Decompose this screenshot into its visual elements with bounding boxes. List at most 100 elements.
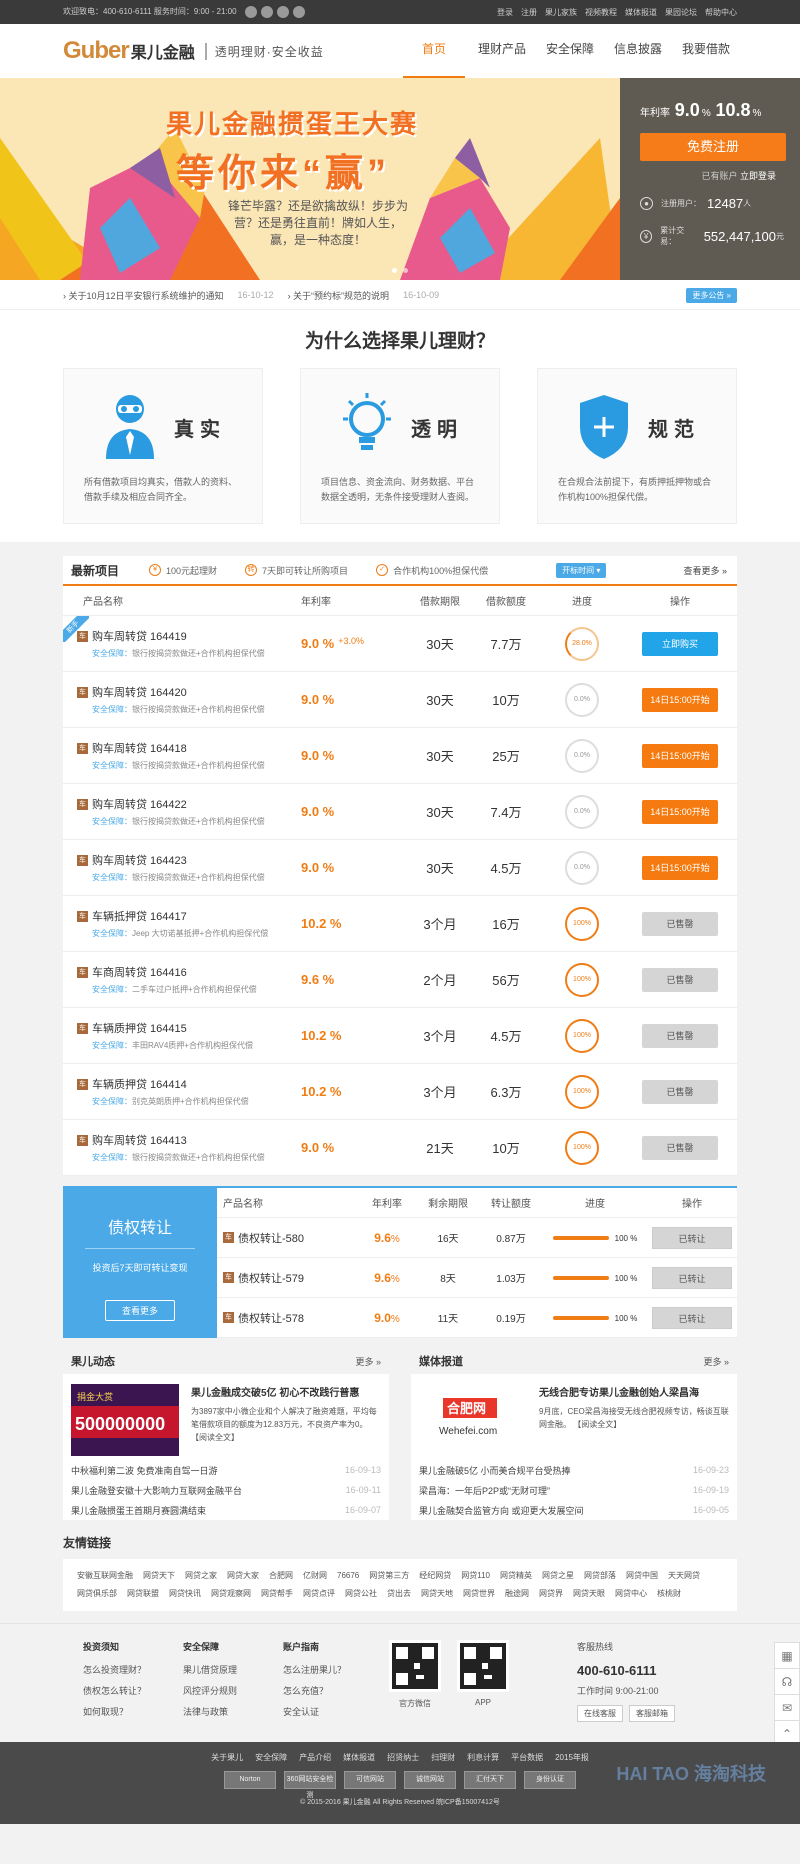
nav-item[interactable]: 我要借款: [675, 24, 737, 78]
friend-link[interactable]: 安徽互联网金融: [77, 1571, 133, 1580]
product-title[interactable]: 车辆抵押贷 164417: [92, 908, 187, 924]
friend-link[interactable]: 核桃财: [657, 1589, 681, 1598]
friend-link[interactable]: 网贷天下: [143, 1571, 175, 1580]
read-more-link[interactable]: 【阅读全文】: [573, 1420, 621, 1429]
friend-link[interactable]: 网贷第三方: [369, 1571, 409, 1580]
bottom-link[interactable]: 产品介绍: [299, 1753, 331, 1762]
notice-link[interactable]: › 关于“预约标”规范的说明: [288, 289, 390, 302]
chat-icon[interactable]: ✉: [775, 1695, 799, 1721]
read-more-link[interactable]: 【阅读全文】: [191, 1433, 239, 1442]
product-name[interactable]: 车车辆质押贷 164415: [77, 1020, 301, 1036]
table-row[interactable]: 车车辆质押贷 164415 安全保障：丰田RAV4质押+合作机构担保代偿 10.2 …: [63, 1008, 737, 1064]
product-title[interactable]: 车商周转贷 164416: [92, 964, 187, 980]
product-name[interactable]: 车购车周转贷 164413: [77, 1132, 301, 1148]
friend-link[interactable]: 融途网: [505, 1589, 529, 1598]
friend-link[interactable]: 网贷之星: [542, 1571, 574, 1580]
friend-link[interactable]: 合肥网: [269, 1571, 293, 1580]
product-title[interactable]: 购车周转贷 164422: [92, 796, 187, 812]
weibo-icon[interactable]: [260, 6, 273, 18]
nav-item[interactable]: 首页: [403, 24, 465, 78]
friend-link[interactable]: 网贷中心: [615, 1589, 647, 1598]
top-link[interactable]: 媒体报道: [625, 7, 657, 18]
friend-link[interactable]: 网贷天眼: [573, 1589, 605, 1598]
top-link[interactable]: 登录: [497, 7, 513, 18]
friend-link[interactable]: 网贷俱乐部: [77, 1589, 117, 1598]
calculator-icon[interactable]: ▦: [775, 1643, 799, 1669]
service-email-button[interactable]: 客服邮箱: [629, 1705, 675, 1722]
friend-link[interactable]: 网贷天地: [421, 1589, 453, 1598]
friend-link[interactable]: 网贷世界: [463, 1589, 495, 1598]
transfer-title[interactable]: 债权转让-578: [238, 1310, 304, 1326]
wechat-qr[interactable]: 官方微信: [389, 1640, 441, 1742]
friend-link[interactable]: 网贷界: [539, 1589, 563, 1598]
media-image[interactable]: 合肥网 Wehefei.com: [419, 1384, 527, 1456]
logo[interactable]: Guber 果儿金融 透明理财·安全收益: [63, 37, 324, 65]
friend-link[interactable]: 网贷点评: [303, 1589, 335, 1598]
transfer-title[interactable]: 债权转让-579: [238, 1270, 304, 1286]
upcoming-button[interactable]: 14日15:00开始: [642, 687, 718, 712]
register-button[interactable]: 免费注册: [640, 133, 786, 161]
bottom-link[interactable]: 招贤纳士: [387, 1753, 419, 1762]
product-title[interactable]: 车辆质押贷 164414: [92, 1076, 187, 1092]
friend-link[interactable]: 网贷观察网: [211, 1589, 251, 1598]
transfer-row[interactable]: 车债权转让-579 9.6% 8天 1.03万 100 % 已转让: [217, 1258, 737, 1298]
footer-link[interactable]: 怎么充值？: [283, 1684, 383, 1697]
friend-link[interactable]: 网贷联盟: [127, 1589, 159, 1598]
product-name[interactable]: 车购车周转贷 164419: [77, 628, 301, 644]
product-name[interactable]: 车车辆质押贷 164414: [77, 1076, 301, 1092]
news-item-title[interactable]: 果儿金融破5亿 小而美合规平台受热捧: [419, 1464, 571, 1477]
friend-link[interactable]: 亿财网: [303, 1571, 327, 1580]
top-link[interactable]: 注册: [521, 7, 537, 18]
headset-icon[interactable]: ☊: [775, 1669, 799, 1695]
news-item-title[interactable]: 果儿金融契合监管方向 或迎更大发展空间: [419, 1504, 584, 1517]
transfer-more-button[interactable]: 查看更多: [104, 1300, 175, 1321]
friend-link[interactable]: 经纪网贷: [419, 1571, 451, 1580]
online-service-button[interactable]: 在线客服: [577, 1705, 623, 1722]
upcoming-button[interactable]: 14日15:00开始: [642, 743, 718, 768]
friend-link[interactable]: 网贷110: [461, 1571, 490, 1580]
news-item[interactable]: 果儿金融掼蛋王首期月赛圆满结束 16-09-07: [71, 1500, 381, 1520]
top-link[interactable]: 果园论坛: [665, 7, 697, 18]
table-row[interactable]: 车车辆质押贷 164414 安全保障：别克英朗质押+合作机构担保代偿 10.2 % 3…: [63, 1064, 737, 1120]
media-feature-title[interactable]: 无线合肥专访果儿金融创始人梁昌海: [539, 1384, 729, 1399]
see-more-link[interactable]: 查看更多 »: [683, 564, 737, 577]
top-link[interactable]: 视频教程: [585, 7, 617, 18]
news-item-title[interactable]: 中秋福利第二波 免费准南自驾一日游: [71, 1464, 218, 1477]
bottom-link[interactable]: 扫理财: [431, 1753, 455, 1762]
footer-link[interactable]: 果儿借贷原理: [183, 1663, 283, 1676]
bottom-link[interactable]: 安全保障: [255, 1753, 287, 1762]
friend-link[interactable]: 贷出去: [387, 1589, 411, 1598]
wechat-icon[interactable]: [276, 6, 289, 18]
friend-link[interactable]: 网贷大家: [227, 1571, 259, 1580]
login-link[interactable]: 立即登录: [740, 171, 776, 181]
table-row[interactable]: 车购车周转贷 164413 安全保障：银行按揭贷款做还+合作机构担保代偿 9.0 %…: [63, 1120, 737, 1176]
product-name[interactable]: 车车辆抵押贷 164417: [77, 908, 301, 924]
transfer-name[interactable]: 车债权转让-580: [217, 1230, 357, 1246]
upcoming-button[interactable]: 14日15:00开始: [642, 799, 718, 824]
carousel-dot[interactable]: [392, 268, 397, 273]
certification-badge[interactable]: 身份认证: [524, 1771, 576, 1789]
table-row[interactable]: 车车商周转贷 164416 安全保障：二手车过户抵押+合作机构担保代偿 9.6 % 2…: [63, 952, 737, 1008]
company-news-more[interactable]: 更多 »: [355, 1355, 381, 1368]
product-title[interactable]: 购车周转贷 164420: [92, 684, 187, 700]
buy-now-button[interactable]: 立即购买: [642, 631, 718, 656]
friend-link[interactable]: 网贷精英: [500, 1571, 532, 1580]
bottom-link[interactable]: 平台数据: [511, 1753, 543, 1762]
media-more[interactable]: 更多 »: [703, 1355, 729, 1368]
notice-link[interactable]: › 关于10月12日平安银行系统维护的通知: [63, 289, 224, 302]
app-qr[interactable]: APP: [457, 1640, 509, 1742]
footer-link[interactable]: 风控评分规则: [183, 1684, 283, 1697]
transfer-title[interactable]: 债权转让-580: [238, 1230, 304, 1246]
friend-link[interactable]: 网贷帮手: [261, 1589, 293, 1598]
company-news-feature-title[interactable]: 果儿金融成交破5亿 初心不改践行普惠: [191, 1384, 381, 1399]
table-row[interactable]: 新手车购车周转贷 164419 安全保障：银行按揭贷款做还+合作机构担保代偿 9.0…: [63, 616, 737, 672]
news-item-title[interactable]: 梁昌海：一年后P2P或“无财可理”: [419, 1484, 550, 1497]
product-title[interactable]: 车辆质押贷 164415: [92, 1020, 187, 1036]
footer-link[interactable]: 怎么注册果儿？: [283, 1663, 383, 1676]
table-row[interactable]: 车购车周转贷 164422 安全保障：银行按揭贷款做还+合作机构担保代偿 9.0 %…: [63, 784, 737, 840]
news-item[interactable]: 中秋福利第二波 免费准南自驾一日游 16-09-13: [71, 1460, 381, 1480]
table-row[interactable]: 车购车周转贷 164420 安全保障：银行按揭贷款做还+合作机构担保代偿 9.0 %…: [63, 672, 737, 728]
news-item[interactable]: 果儿金融破5亿 小而美合规平台受热捧 16-09-23: [419, 1460, 729, 1480]
friend-link[interactable]: 76676: [337, 1571, 359, 1580]
friend-link[interactable]: 网贷部落: [584, 1571, 616, 1580]
